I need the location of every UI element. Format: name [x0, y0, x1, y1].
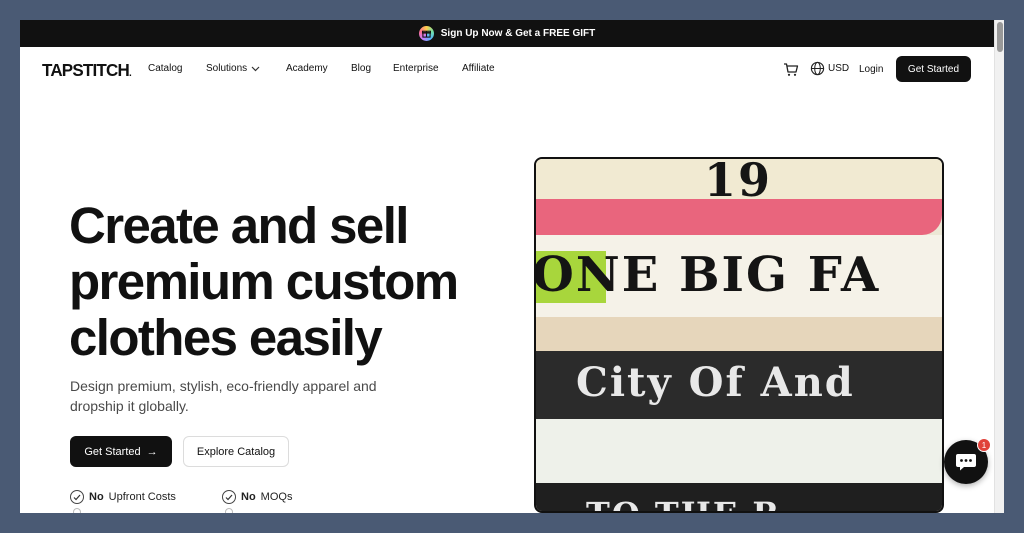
feature-text: MOQs — [260, 491, 293, 503]
feature-no-moqs: No MOQs — [222, 490, 292, 504]
browser-window: Sign Up Now & Get a FREE GIFT TAPSTITCH.… — [20, 20, 1004, 513]
main-nav: TAPSTITCH. Catalog Solutions Academy Blo… — [20, 47, 994, 92]
get-started-button[interactable]: Get Started — [896, 56, 971, 82]
shirt-print-text: City Of And — [576, 359, 855, 406]
feature-text: Upfront Costs — [108, 491, 176, 503]
shirt-fold-pink — [536, 199, 942, 235]
explore-catalog-button[interactable]: Explore Catalog — [183, 436, 289, 467]
hero-title: Create and sell premium custom clothes e… — [69, 197, 459, 366]
hero-image-folded-shirts: 19 ONE BIG FA City Of And TO THE R — [534, 157, 944, 513]
brand-logo-text: TAPSTITCH — [42, 60, 130, 81]
shirt-print-text: TO THE R — [586, 495, 781, 511]
hero-get-started-button[interactable]: Get Started → — [70, 436, 172, 467]
chat-bubble-icon — [956, 454, 976, 471]
nav-link-blog[interactable]: Blog — [351, 63, 371, 74]
currency-selector[interactable]: USD — [810, 61, 849, 76]
chat-notification-badge: 1 — [977, 438, 991, 452]
arrow-right-icon: → — [146, 445, 158, 458]
promo-banner[interactable]: Sign Up Now & Get a FREE GIFT — [20, 20, 994, 47]
brand-logo-dot: . — [128, 67, 132, 80]
feature-bold: No — [89, 491, 104, 503]
nav-link-solutions[interactable]: Solutions — [206, 63, 260, 74]
scrollbar-thumb[interactable] — [997, 22, 1003, 52]
shirt-fold-tan — [536, 317, 942, 353]
cart-icon[interactable] — [783, 62, 799, 82]
currency-label: USD — [828, 63, 850, 74]
chevron-down-icon — [251, 66, 260, 71]
nav-link-enterprise[interactable]: Enterprise — [393, 63, 439, 74]
shirt-fold-light — [536, 419, 942, 483]
globe-icon — [810, 61, 825, 76]
hero-subtitle: Design premium, stylish, eco-friendly ap… — [70, 378, 377, 414]
hero-get-started-label: Get Started — [84, 445, 141, 458]
nav-link-catalog[interactable]: Catalog — [148, 63, 182, 74]
shirt-print-text: ONE BIG FA — [534, 247, 881, 303]
brand-logo[interactable]: TAPSTITCH. — [42, 60, 132, 82]
feature-icon-partial — [73, 508, 81, 513]
gift-icon — [418, 26, 434, 41]
check-circle-icon — [70, 490, 84, 504]
nav-link-affiliate[interactable]: Affiliate — [462, 63, 495, 74]
nav-link-solutions-label: Solutions — [206, 63, 248, 74]
feature-no-upfront-costs: No Upfront Costs — [70, 490, 176, 504]
check-circle-icon — [222, 490, 236, 504]
feature-icon-partial — [225, 508, 233, 513]
feature-bold: No — [241, 491, 256, 503]
chat-launcher-button[interactable]: 1 — [944, 438, 991, 484]
promo-text: Sign Up Now & Get a FREE GIFT — [440, 28, 596, 39]
nav-link-academy[interactable]: Academy — [286, 63, 328, 74]
page-scrollbar[interactable] — [994, 20, 1004, 513]
login-link[interactable]: Login — [859, 64, 883, 75]
